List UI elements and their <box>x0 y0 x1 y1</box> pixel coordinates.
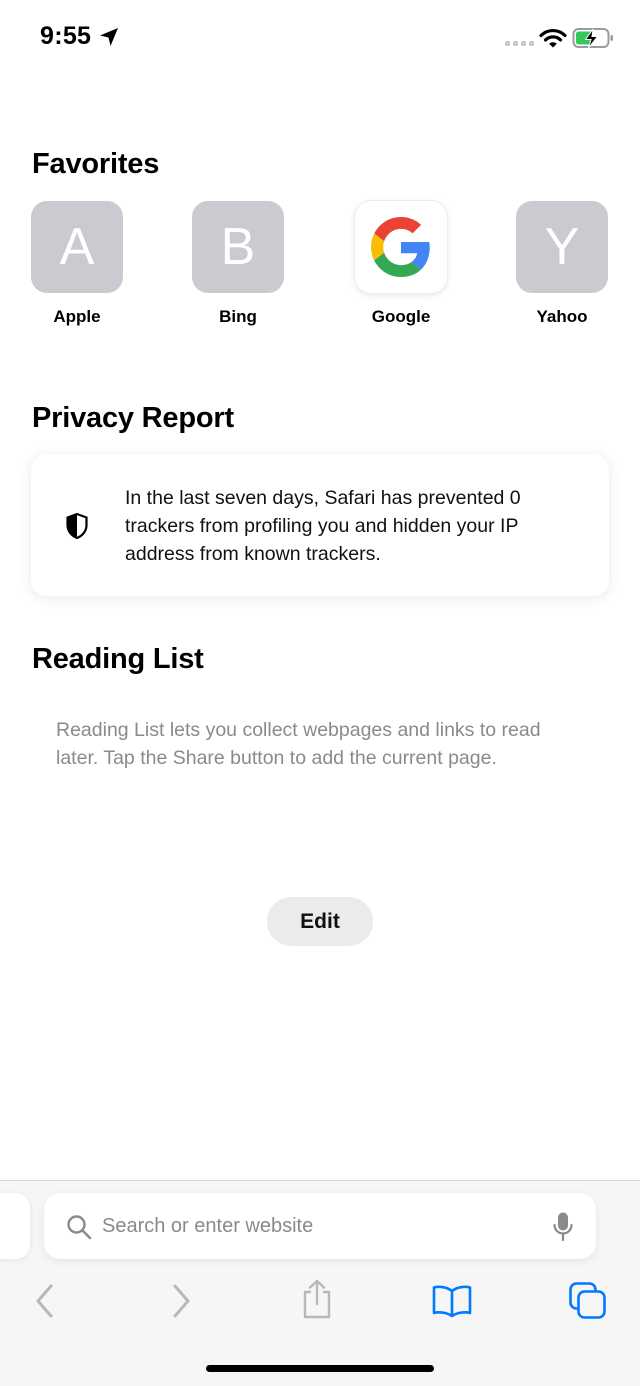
favorite-yahoo[interactable]: Y Yahoo <box>500 201 630 331</box>
privacy-report-card[interactable]: In the last seven days, Safari has preve… <box>31 454 609 596</box>
search-icon <box>67 1215 92 1240</box>
forward-chevron-icon[interactable] <box>170 1281 192 1321</box>
favorite-bing[interactable]: B Bing <box>176 201 306 331</box>
location-arrow-icon <box>100 28 118 46</box>
favorite-google-label: Google <box>371 307 431 326</box>
favorite-yahoo-label: Yahoo <box>536 307 588 326</box>
favorite-apple-label: Apple <box>53 307 101 326</box>
microphone-icon[interactable] <box>552 1211 574 1243</box>
search-input[interactable]: Search or enter website <box>102 1215 313 1238</box>
reading-list-description: Reading List lets you collect webpages a… <box>56 719 541 769</box>
tabs-icon[interactable] <box>568 1281 608 1321</box>
favorite-google-tile[interactable] <box>355 201 447 293</box>
google-logo-icon <box>371 217 430 277</box>
favorite-apple[interactable]: A Apple <box>15 201 145 331</box>
privacy-report-title: Privacy Report <box>32 402 234 434</box>
shield-icon <box>66 512 88 540</box>
status-bar: 9:55 <box>0 0 640 80</box>
bookmarks-book-icon[interactable] <box>431 1281 473 1321</box>
favorite-yahoo-tile[interactable]: Y <box>516 201 608 293</box>
previous-tab-preview[interactable] <box>0 1193 30 1259</box>
favorite-apple-tile[interactable]: A <box>31 201 123 293</box>
favorites-title: Favorites <box>32 148 160 180</box>
home-indicator <box>206 1365 434 1372</box>
favorite-bing-label: Bing <box>219 307 257 326</box>
search-bar[interactable]: Search or enter website <box>44 1193 596 1259</box>
cellular-signal-icon <box>505 41 534 46</box>
share-icon[interactable] <box>300 1279 334 1319</box>
favorite-bing-tile[interactable]: B <box>192 201 284 293</box>
battery-charging-icon <box>572 28 613 49</box>
privacy-report-text: In the last seven days, Safari has preve… <box>125 487 521 565</box>
wifi-icon <box>539 28 567 48</box>
reading-list-title: Reading List <box>32 643 204 675</box>
edit-button[interactable]: Edit <box>267 897 373 946</box>
favorite-google[interactable]: Google <box>339 201 469 331</box>
status-time: 9:55 <box>40 22 92 50</box>
back-chevron-icon[interactable] <box>34 1281 56 1321</box>
bottom-toolbar: Search or enter website <box>0 1180 640 1386</box>
